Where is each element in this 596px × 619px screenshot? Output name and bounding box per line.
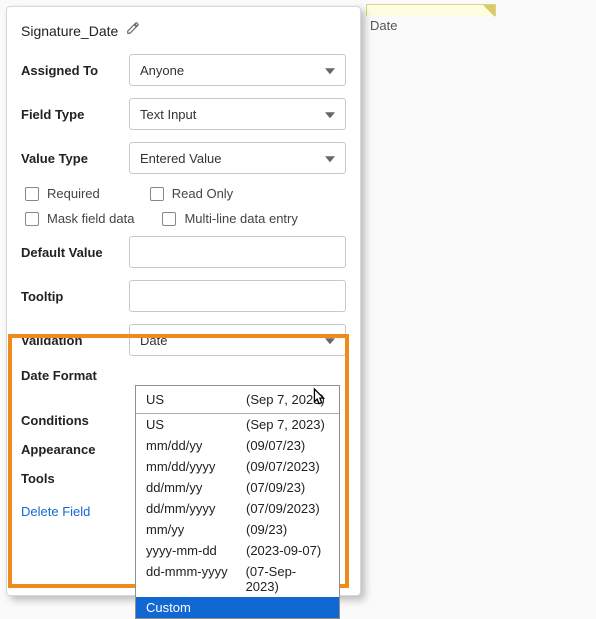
tooltip-input[interactable] xyxy=(129,280,346,312)
multiline-checkbox[interactable]: Multi-line data entry xyxy=(162,211,297,226)
selected-example: (Sep 7, 2023) xyxy=(246,392,325,407)
mask-field-checkbox[interactable]: Mask field data xyxy=(25,211,134,226)
checkbox-icon xyxy=(162,212,176,226)
option-example: (2023-09-07) xyxy=(246,543,321,558)
date-format-label: Date Format xyxy=(21,368,129,383)
option-example: (07/09/23) xyxy=(246,480,305,495)
option-format: mm/dd/yy xyxy=(146,438,242,453)
delete-field-link[interactable]: Delete Field xyxy=(21,504,90,519)
option-example: (09/23) xyxy=(246,522,287,537)
date-format-option[interactable]: dd/mm/yyyy (07/09/2023) xyxy=(136,498,339,519)
checkbox-icon xyxy=(150,187,164,201)
field-type-label: Field Type xyxy=(21,107,129,122)
date-field-preview[interactable]: Date xyxy=(366,4,496,40)
option-format: yyyy-mm-dd xyxy=(146,543,242,558)
edit-name-icon[interactable] xyxy=(126,21,140,40)
option-format: mm/dd/yyyy xyxy=(146,459,242,474)
required-checkbox[interactable]: Required xyxy=(25,186,100,201)
required-label: Required xyxy=(47,186,100,201)
option-example: (07/09/2023) xyxy=(246,501,320,516)
field-properties-panel: Signature_Date Assigned To Anyone Field … xyxy=(6,6,361,596)
assigned-to-label: Assigned To xyxy=(21,63,129,78)
date-format-option[interactable]: US (Sep 7, 2023) xyxy=(136,414,339,435)
appearance-section[interactable]: Appearance xyxy=(21,442,95,457)
date-format-dropdown[interactable]: US (Sep 7, 2023) US (Sep 7, 2023) mm/dd/yy… xyxy=(135,385,340,619)
date-format-option[interactable]: mm/dd/yyyy (09/07/2023) xyxy=(136,456,339,477)
default-value-input[interactable] xyxy=(129,236,346,268)
date-format-option[interactable]: yyyy-mm-dd (2023-09-07) xyxy=(136,540,339,561)
date-format-option[interactable]: dd-mmm-yyyy(07-Sep-2023) xyxy=(136,561,339,597)
assigned-to-value: Anyone xyxy=(140,63,184,78)
value-type-label: Value Type xyxy=(21,151,129,166)
value-type-value: Entered Value xyxy=(140,151,221,166)
multiline-label: Multi-line data entry xyxy=(184,211,297,226)
date-field-preview-label: Date xyxy=(366,16,496,35)
date-format-option[interactable]: mm/yy (09/23) xyxy=(136,519,339,540)
value-type-select[interactable]: Entered Value xyxy=(129,142,346,174)
option-format: mm/yy xyxy=(146,522,242,537)
date-format-option[interactable]: mm/dd/yy (09/07/23) xyxy=(136,435,339,456)
validation-label: Validation xyxy=(21,333,129,348)
field-type-value: Text Input xyxy=(140,107,196,122)
option-example: (07-Sep-2023) xyxy=(246,564,329,594)
date-format-option[interactable]: dd/mm/yy (07/09/23) xyxy=(136,477,339,498)
mask-field-label: Mask field data xyxy=(47,211,134,226)
field-name: Signature_Date xyxy=(21,23,118,39)
date-format-option[interactable]: Custom xyxy=(136,597,339,618)
option-format: dd-mmm-yyyy xyxy=(146,564,242,594)
assigned-to-select[interactable]: Anyone xyxy=(129,54,346,86)
option-format: US xyxy=(146,417,242,432)
option-format: dd/mm/yyyy xyxy=(146,501,242,516)
default-value-label: Default Value xyxy=(21,245,129,260)
validation-value: Date xyxy=(140,333,167,348)
selected-format: US xyxy=(146,392,242,407)
option-example: (Sep 7, 2023) xyxy=(246,417,325,432)
readonly-checkbox[interactable]: Read Only xyxy=(150,186,233,201)
readonly-label: Read Only xyxy=(172,186,233,201)
field-type-select[interactable]: Text Input xyxy=(129,98,346,130)
option-example: (09/07/23) xyxy=(246,438,305,453)
tools-section[interactable]: Tools xyxy=(21,471,55,486)
date-format-selected[interactable]: US (Sep 7, 2023) xyxy=(136,386,339,414)
validation-select[interactable]: Date xyxy=(129,324,346,356)
option-example: (09/07/2023) xyxy=(246,459,320,474)
checkbox-icon xyxy=(25,187,39,201)
conditions-section[interactable]: Conditions xyxy=(21,413,89,428)
checkbox-icon xyxy=(25,212,39,226)
tooltip-label: Tooltip xyxy=(21,289,129,304)
option-format: dd/mm/yy xyxy=(146,480,242,495)
